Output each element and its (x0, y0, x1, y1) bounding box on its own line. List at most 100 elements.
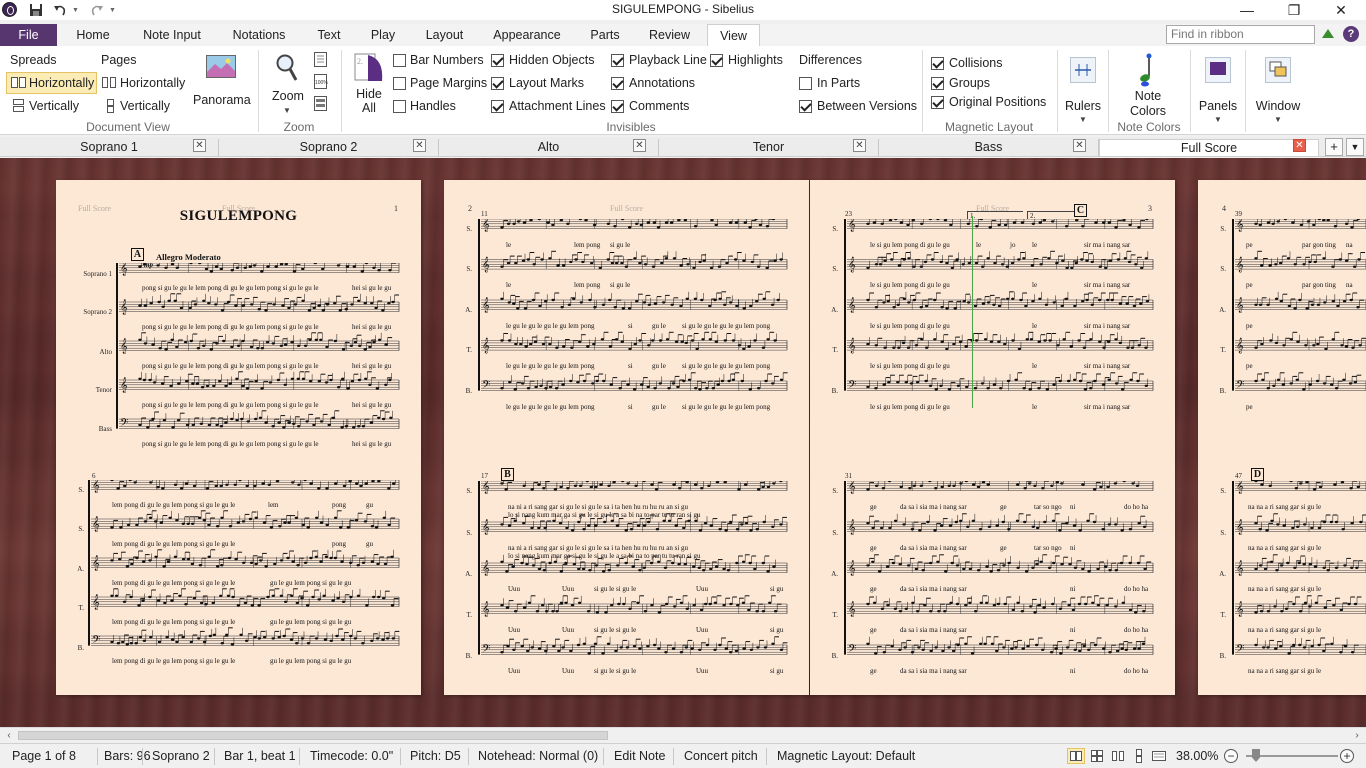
tab-alto[interactable]: Alto (439, 139, 659, 156)
zoom-in-icon[interactable]: + (1340, 749, 1354, 763)
instrument-abbrev[interactable]: S. (820, 487, 838, 495)
handles-checkbox[interactable] (393, 100, 406, 113)
staff[interactable]: 𝄞 (847, 554, 1154, 576)
pages-vertically-button[interactable]: Vertically (98, 95, 190, 117)
instrument-name[interactable]: Alto (58, 348, 112, 356)
fit-page-icon[interactable] (314, 52, 328, 68)
score-page-1[interactable]: Full Score Full Score 1 SIGULEMPONG A Al… (56, 180, 421, 695)
instrument-abbrev[interactable]: S. (66, 486, 84, 494)
annotations-checkbox[interactable] (611, 77, 624, 90)
tab-text[interactable]: Text (309, 24, 349, 46)
tab-appearance[interactable]: Appearance (487, 24, 567, 46)
new-tab-plus-icon[interactable]: + (1325, 138, 1343, 156)
instrument-abbrev[interactable]: S. (66, 525, 84, 533)
staff[interactable]: 𝄞 (91, 588, 400, 610)
close-tab-bass-icon[interactable]: ✕ (1073, 139, 1086, 152)
attachment-lines-checkbox[interactable] (491, 100, 504, 113)
minimize-button[interactable]: — (1224, 0, 1270, 20)
tab-soprano-1[interactable]: Soprano 1 (0, 139, 219, 156)
between-versions-checkbox[interactable] (799, 100, 812, 113)
instrument-abbrev[interactable]: A. (66, 565, 84, 573)
instrument-abbrev[interactable]: S. (454, 265, 472, 273)
staff[interactable]: 𝄞 (481, 481, 788, 494)
staff[interactable]: 𝄢 (91, 627, 400, 649)
zoom-button[interactable]: Zoom ▼ (266, 50, 308, 116)
close-tab-full-score-icon[interactable]: ✕ (1293, 139, 1306, 152)
instrument-abbrev[interactable]: T. (1208, 611, 1226, 619)
instrument-abbrev[interactable]: A. (820, 306, 838, 314)
tab-bass[interactable]: Bass (879, 139, 1099, 156)
rulers-button[interactable]: Rulers ▼ (1062, 50, 1102, 128)
horizontal-scrollbar[interactable]: ‹ › (0, 727, 1366, 743)
tab-home[interactable]: Home (67, 24, 119, 46)
score-page-2[interactable]: 2 Full Score 11 S. S. A. T. B. 𝄞 𝄞 𝄞 𝄞 𝄢 le … (444, 180, 809, 695)
instrument-name[interactable]: Tenor (58, 386, 112, 394)
instrument-abbrev[interactable]: B. (820, 387, 838, 395)
view-pages-vertical-icon[interactable] (1131, 749, 1147, 763)
instrument-abbrev[interactable]: B. (454, 387, 472, 395)
status-concert-pitch[interactable]: Concert pitch (684, 749, 758, 763)
view-pages-horizontal-icon[interactable] (1110, 749, 1126, 763)
fit-width-icon[interactable] (314, 96, 328, 112)
rehearsal-mark-b[interactable]: B (501, 468, 514, 481)
tab-note-input[interactable]: Note Input (135, 24, 209, 46)
zoom-out-icon[interactable]: − (1224, 749, 1238, 763)
view-spreads-vertical-icon[interactable] (1089, 749, 1105, 763)
staff[interactable]: 𝄞 (481, 250, 788, 273)
tab-file[interactable]: File (0, 24, 57, 46)
tab-review[interactable]: Review (642, 24, 697, 46)
instrument-abbrev[interactable]: B. (820, 652, 838, 660)
maximize-button[interactable]: ❐ (1271, 0, 1317, 20)
rehearsal-mark-c[interactable]: C (1074, 204, 1087, 217)
staff[interactable]: 𝄞 (481, 595, 788, 617)
staff[interactable]: 𝄞 (1235, 554, 1366, 576)
second-ending[interactable]: 2. (1027, 211, 1075, 220)
tab-notations[interactable]: Notations (225, 24, 293, 46)
close-tab-soprano-2-icon[interactable]: ✕ (413, 139, 426, 152)
help-icon[interactable]: ? (1343, 26, 1359, 42)
status-page[interactable]: Page 1 of 8 (12, 749, 76, 763)
comments-checkbox[interactable] (611, 100, 624, 113)
spreads-vertically-button[interactable]: Vertically (6, 95, 97, 117)
pages-horizontally-button[interactable]: Horizontally (98, 72, 190, 94)
hidden-objects-checkbox[interactable] (491, 54, 504, 67)
instrument-name[interactable]: Bass (58, 425, 112, 433)
instrument-abbrev[interactable]: T. (1208, 346, 1226, 354)
staff[interactable]: 𝄞 (1235, 513, 1366, 535)
groups-checkbox[interactable] (931, 77, 944, 90)
instrument-abbrev[interactable]: T. (820, 346, 838, 354)
instrument-abbrev[interactable]: T. (454, 346, 472, 354)
minimize-ribbon-icon[interactable] (1322, 29, 1334, 38)
staff[interactable]: 𝄞 (1235, 291, 1366, 313)
staff[interactable]: 𝄞 (847, 219, 1154, 232)
instrument-abbrev[interactable]: T. (820, 611, 838, 619)
instrument-abbrev[interactable]: S. (820, 529, 838, 537)
staff[interactable]: 𝄞 (481, 219, 788, 232)
staff[interactable]: 𝄞 (119, 371, 400, 393)
instrument-abbrev[interactable]: S. (454, 225, 472, 233)
instrument-abbrev[interactable]: T. (454, 611, 472, 619)
close-tab-soprano-1-icon[interactable]: ✕ (193, 139, 206, 152)
instrument-abbrev[interactable]: S. (820, 265, 838, 273)
staff[interactable]: 𝄞 (847, 250, 1154, 273)
staff[interactable]: 𝄞 (119, 332, 400, 354)
instrument-abbrev[interactable]: S. (1208, 529, 1226, 537)
hide-all-button[interactable]: 2. Hide All (348, 50, 388, 118)
note-colors-button[interactable]: Note Colors (1116, 50, 1178, 118)
staff[interactable]: 𝄢 (481, 372, 788, 394)
instrument-abbrev[interactable]: S. (1208, 225, 1226, 233)
collisions-checkbox[interactable] (931, 57, 944, 70)
staff[interactable]: 𝄞 (847, 481, 1154, 494)
staff[interactable]: 𝄢 (481, 636, 788, 658)
score-system-3[interactable]: 𝄞 𝄞 𝄞 𝄞 𝄢 (478, 219, 789, 404)
staff[interactable]: 𝄞 (91, 510, 400, 532)
staff[interactable]: 𝄞 (481, 331, 788, 354)
close-button[interactable]: ✕ (1318, 0, 1364, 20)
window-button[interactable]: Window ▼ (1252, 50, 1302, 128)
page-margins-checkbox[interactable] (393, 77, 406, 90)
instrument-abbrev[interactable]: S. (1208, 487, 1226, 495)
tab-parts[interactable]: Parts (583, 24, 627, 46)
tab-view[interactable]: View (707, 24, 760, 47)
instrument-abbrev[interactable]: A. (454, 570, 472, 578)
view-spreads-horizontal-icon[interactable] (1067, 748, 1085, 764)
